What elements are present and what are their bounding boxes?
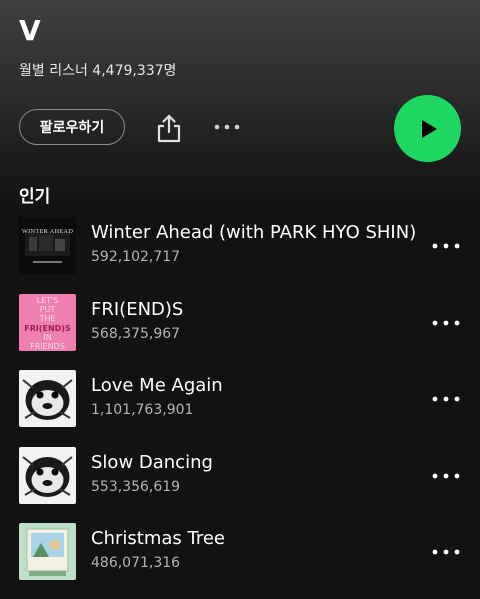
track-more-icon[interactable]	[432, 545, 460, 559]
track-play-count: 592,102,717	[91, 249, 181, 265]
track-row[interactable]: LET'S PUT THE FRI(END)S IN FRIENDS FRI(E…	[0, 294, 480, 352]
cover-text: FRIENDS	[30, 342, 65, 351]
cover-text: FRI(END)S	[24, 324, 71, 333]
track-more-icon[interactable]	[432, 239, 460, 253]
monthly-listeners: 월별 리스너 4,479,337명	[19, 63, 177, 79]
track-more-icon[interactable]	[432, 392, 460, 406]
track-title: Slow Dancing	[91, 452, 213, 473]
album-cover: LET'S PUT THE FRI(END)S IN FRIENDS	[19, 294, 76, 351]
track-play-count: 486,071,316	[91, 555, 181, 571]
cover-text: IN	[43, 333, 51, 342]
track-play-count: 568,375,967	[91, 326, 181, 342]
play-icon	[421, 119, 437, 138]
cover-text: WINTER AHEAD	[22, 228, 73, 235]
album-cover	[19, 370, 76, 427]
track-row[interactable]: WINTER AHEAD Winter Ahead (with PARK HYO…	[0, 217, 480, 275]
track-title: Love Me Again	[91, 375, 223, 396]
track-row[interactable]: Slow Dancing 553,356,619	[0, 447, 480, 505]
album-cover	[19, 523, 76, 580]
track-row[interactable]: Christmas Tree 486,071,316	[0, 523, 480, 581]
track-more-icon[interactable]	[432, 469, 460, 483]
track-title: Winter Ahead (with PARK HYO SHIN)	[91, 222, 417, 243]
cover-text: LET'S	[37, 296, 59, 305]
track-title: FRI(END)S	[91, 299, 184, 320]
track-row[interactable]: Love Me Again 1,101,763,901	[0, 370, 480, 428]
artist-name: V	[19, 14, 42, 47]
play-button[interactable]	[394, 95, 461, 162]
track-play-count: 553,356,619	[91, 479, 181, 495]
cover-text: THE	[39, 314, 56, 323]
album-cover	[19, 447, 76, 504]
share-icon[interactable]	[155, 113, 183, 143]
track-play-count: 1,101,763,901	[91, 402, 194, 418]
cover-text: PUT	[40, 305, 56, 314]
more-horizontal-icon[interactable]	[214, 117, 240, 137]
follow-button[interactable]: 팔로우하기	[19, 109, 125, 145]
popular-section-title: 인기	[19, 187, 51, 207]
track-title: Christmas Tree	[91, 528, 225, 549]
album-cover: WINTER AHEAD	[19, 217, 76, 274]
track-more-icon[interactable]	[432, 316, 460, 330]
